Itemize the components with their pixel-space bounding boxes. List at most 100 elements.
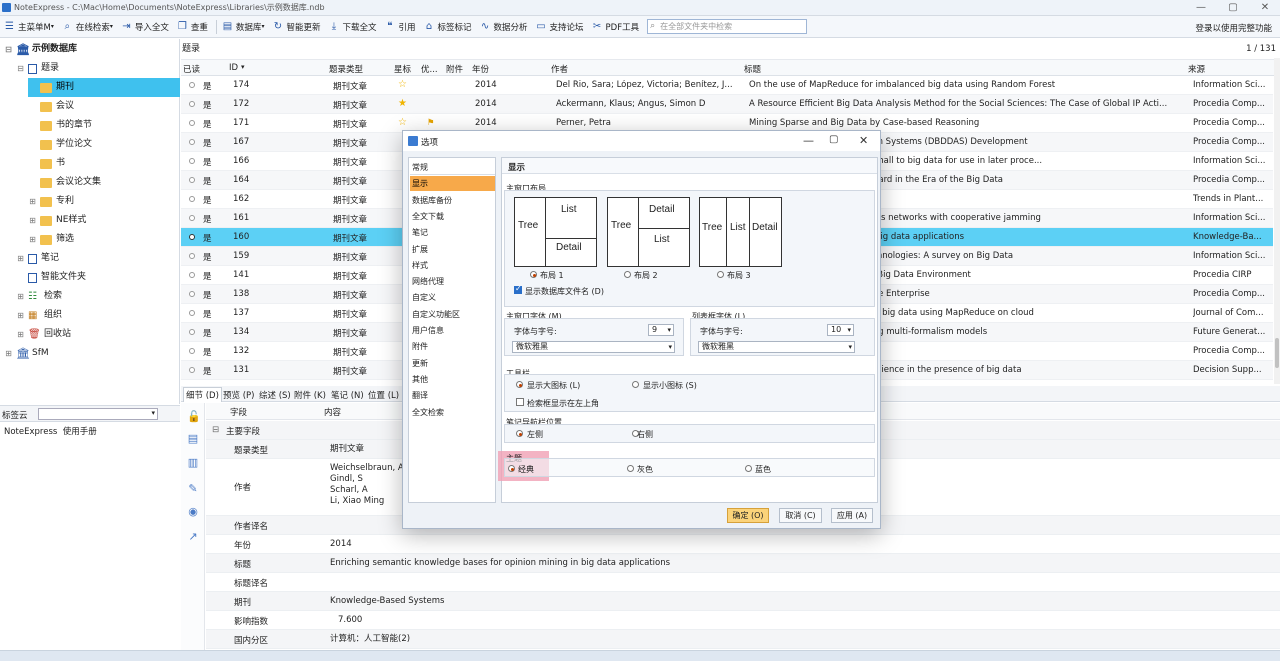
col-priority[interactable]: 优...	[421, 63, 438, 75]
main-font-size-select[interactable]: 9 ▾	[648, 324, 674, 336]
layout-1-preview[interactable]: Tree List Detail	[514, 197, 597, 267]
dedupe-button[interactable]: ❐ 查重	[177, 21, 208, 33]
category-item[interactable]: 网络代理	[410, 274, 495, 289]
forum-button[interactable]: ▭ 支持论坛	[536, 21, 583, 33]
tab-notes[interactable]: 笔记 (N)	[331, 389, 364, 401]
tab-location[interactable]: 位置 (L)	[368, 389, 399, 401]
search-input[interactable]: ⌕ 在全部文件夹中检索	[647, 19, 808, 34]
col-author[interactable]: 作者	[551, 63, 568, 75]
close-icon[interactable]: ✕	[1250, 1, 1280, 15]
minimize-icon[interactable]: —	[1186, 1, 1216, 15]
tree-root-database[interactable]: ⊟ 🏛 示例数据库	[4, 40, 77, 59]
table-row[interactable]: 是 172 期刊文章 ★ 2014 Ackermann, Klaus; Angus, Si…	[181, 95, 1273, 114]
layout-2-radio[interactable]	[624, 271, 631, 278]
tree-item-proceedings[interactable]: 会议论文集	[28, 173, 101, 192]
category-item[interactable]: 自定义	[410, 290, 495, 305]
tag-item[interactable]: NoteExpress	[4, 427, 57, 437]
category-item[interactable]: 更新	[410, 356, 495, 371]
tree-item-filter[interactable]: ⊞ 筛选	[28, 230, 74, 249]
layout-1-radio[interactable]	[530, 271, 537, 278]
tree-item-book-chapter[interactable]: 书的章节	[28, 116, 92, 135]
col-star[interactable]: 星标	[394, 63, 411, 75]
theme-classic-radio[interactable]	[508, 465, 515, 472]
detail-row[interactable]: 国内分区 计算机：人工智能(2)	[206, 630, 1280, 649]
tree-item-organize[interactable]: ⊞ ▦ 组织	[16, 306, 62, 325]
list-scrollbar[interactable]	[1274, 58, 1280, 384]
eye-icon[interactable]: ◉	[187, 506, 199, 518]
category-item[interactable]: 数据库备份	[410, 193, 495, 208]
tree-item-conference[interactable]: 会议	[28, 97, 74, 116]
category-item[interactable]: 自定义功能区	[410, 307, 495, 322]
tree-item-thesis[interactable]: 学位论文	[28, 135, 92, 154]
detail-row[interactable]: 标题 Enriching semantic knowledge bases for…	[206, 554, 1280, 573]
book-icon[interactable]: ▥	[187, 457, 199, 469]
document-icon[interactable]: ▤	[187, 433, 199, 445]
list-font-select[interactable]: 微软雅黑 ▾	[698, 341, 855, 353]
category-item[interactable]: 用户信息	[410, 323, 495, 338]
main-menu-button[interactable]: ☰ 主菜单M ▾	[4, 21, 54, 33]
layout-3-radio[interactable]	[717, 271, 724, 278]
search-topleft-checkbox[interactable]	[516, 398, 524, 406]
layout-3-preview[interactable]: Tree List Detail	[699, 197, 782, 267]
theme-blue-radio[interactable]	[745, 465, 752, 472]
tab-attachment[interactable]: 附件 (K)	[294, 389, 326, 401]
tree-item-book[interactable]: 书	[28, 154, 65, 173]
category-item[interactable]: 全文检索	[410, 405, 495, 420]
list-font-size-select[interactable]: 10 ▾	[827, 324, 854, 336]
maximize-icon[interactable]: ▢	[1218, 1, 1248, 15]
tree-item-journal[interactable]: 期刊	[28, 78, 180, 97]
tree-item-search[interactable]: ⊞ ☷ 检索	[16, 287, 62, 306]
col-source[interactable]: 来源	[1188, 63, 1205, 75]
tab-preview[interactable]: 预览 (P)	[223, 389, 254, 401]
tree-item-trash[interactable]: ⊞ 🗑 回收站	[16, 325, 71, 344]
theme-gray-radio[interactable]	[627, 465, 634, 472]
tree-root-sfm[interactable]: ⊞ 🏛 SfM	[4, 344, 49, 363]
col-title[interactable]: 标题	[744, 63, 761, 75]
tree-item-smart-folder[interactable]: 智能文件夹	[16, 268, 86, 287]
cancel-button[interactable]: 取消 (C)	[779, 508, 822, 523]
col-id[interactable]: ID	[229, 63, 238, 73]
note-nav-left-radio[interactable]	[516, 430, 523, 437]
big-icons-radio[interactable]	[516, 381, 523, 388]
lock-icon[interactable]: 🔓	[187, 411, 201, 423]
small-icons-radio[interactable]	[632, 381, 639, 388]
tab-detail[interactable]: 细节 (D)	[183, 387, 222, 402]
col-read[interactable]: 已读	[183, 63, 200, 75]
dialog-minimize-icon[interactable]: —	[803, 134, 814, 147]
detail-row[interactable]: 标题译名	[206, 573, 1280, 592]
tab-summary[interactable]: 综述 (S)	[259, 389, 291, 401]
database-button[interactable]: ▤ 数据库 ▾	[222, 21, 265, 33]
tree-item-ne-style[interactable]: ⊞ NE样式	[28, 211, 86, 230]
category-item[interactable]: 常规	[410, 160, 495, 175]
tree-item-records[interactable]: ⊟ 题录	[16, 59, 59, 78]
trend-icon[interactable]: ↗	[187, 531, 199, 543]
category-item[interactable]: 样式	[410, 258, 495, 273]
apply-button[interactable]: 应用 (A)	[831, 508, 873, 523]
category-item[interactable]: 扩展	[410, 242, 495, 257]
category-item[interactable]: 全文下载	[410, 209, 495, 224]
main-font-select[interactable]: 微软雅黑 ▾	[512, 341, 675, 353]
category-item[interactable]: 附件	[410, 339, 495, 354]
tag-item[interactable]: 使用手册	[63, 427, 97, 437]
cite-button[interactable]: ❝ 引用	[384, 21, 415, 33]
ok-button[interactable]: 确定 (O)	[727, 508, 769, 523]
login-link[interactable]: 登录以使用完整功能	[1195, 22, 1272, 34]
smart-update-button[interactable]: ↻ 智能更新	[272, 21, 321, 33]
tag-button[interactable]: ⌂ 标签标记	[424, 21, 472, 33]
data-analysis-button[interactable]: ∿ 数据分析	[480, 21, 528, 33]
layout-2-preview[interactable]: Tree Detail List	[607, 197, 690, 267]
category-item[interactable]: 翻译	[410, 388, 495, 403]
note-icon[interactable]: ✎	[187, 483, 199, 495]
category-item[interactable]: 笔记	[410, 225, 495, 240]
category-item[interactable]: 其他	[410, 372, 495, 387]
col-attachment[interactable]: 附件	[446, 63, 463, 75]
show-dbname-checkbox[interactable]	[514, 284, 522, 294]
import-fulltext-button[interactable]: ⇥ 导入全文	[121, 21, 169, 33]
tree-item-patent[interactable]: ⊞ 专利	[28, 192, 74, 211]
col-year[interactable]: 年份	[472, 63, 489, 75]
tree-item-notes[interactable]: ⊞ 笔记	[16, 249, 59, 268]
detail-row[interactable]: 年份 2014	[206, 535, 1280, 554]
online-search-button[interactable]: ⌕ 在线检索 ▾	[62, 21, 113, 33]
download-fulltext-button[interactable]: ⤓ 下载全文	[328, 21, 377, 33]
detail-row[interactable]: 影响指数 7.600	[206, 611, 1280, 630]
